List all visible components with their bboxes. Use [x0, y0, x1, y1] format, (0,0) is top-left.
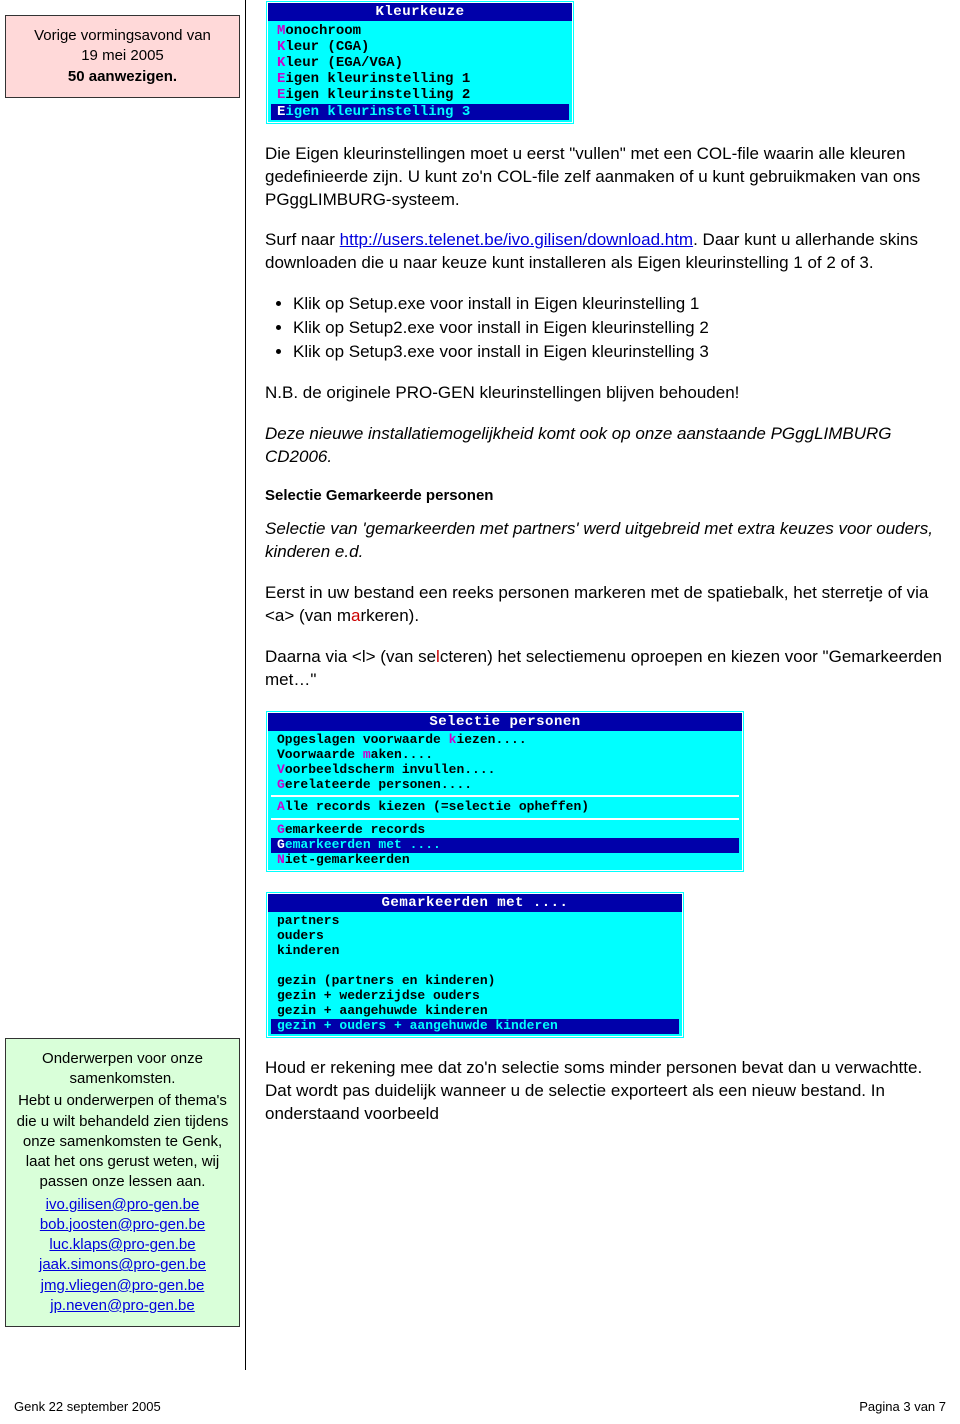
subheading: Selectie Gemarkeerde personen	[265, 487, 945, 504]
paragraph: Die Eigen kleurinstellingen moet u eerst…	[265, 143, 945, 212]
dos-menu-item[interactable]: Niet-gemarkeerden	[271, 853, 739, 868]
dos-menu-item[interactable]: Opgeslagen voorwaarde kiezen....	[271, 733, 739, 748]
email-link[interactable]: bob.joosten@pro-gen.be	[40, 1216, 205, 1233]
dos-menu-item[interactable]: Eigen kleurinstelling 3	[271, 104, 569, 120]
paragraph: Houd er rekening mee dat zo'n selectie s…	[265, 1057, 945, 1126]
hotkey: M	[277, 23, 285, 39]
paragraph: Daarna via <l> (van selcteren) het selec…	[265, 646, 945, 692]
dos-menu-item[interactable]: Voorbeeldscherm invullen....	[271, 763, 739, 778]
footer-left: Genk 22 september 2005	[14, 1399, 161, 1414]
dos-title: Gemarkeerden met ....	[268, 894, 682, 912]
hotkey: E	[277, 104, 285, 120]
text: Surf naar	[265, 230, 340, 249]
dos-menu-item[interactable]: gezin (partners en kinderen)	[271, 974, 679, 989]
email-link[interactable]: jmg.vliegen@pro-gen.be	[41, 1277, 205, 1294]
paragraph: Surf naar http://users.telenet.be/ivo.gi…	[265, 229, 945, 275]
info-box-topics: Onderwerpen voor onze samenkomsten. Hebt…	[5, 1038, 240, 1327]
dos-menu-item[interactable]: Kleur (EGA/VGA)	[271, 55, 569, 71]
text: rkeren).	[360, 606, 419, 625]
dos-menu-item[interactable]: gezin + ouders + aangehuwde kinderen	[271, 1019, 679, 1034]
hotkey: E	[277, 87, 285, 103]
page: Vorige vormingsavond van 19 mei 2005 50 …	[0, 0, 960, 1424]
dos-menu-item[interactable]: ouders	[271, 929, 679, 944]
dos-menu-item[interactable]: kinderen	[271, 944, 679, 959]
list-item: Klik op Setup3.exe voor install in Eigen…	[293, 341, 945, 364]
hotkey: V	[277, 762, 285, 777]
main-column: Kleurkeuze MonochroomKleur (CGA)Kleur (E…	[265, 0, 945, 1126]
dos-menu-item[interactable]: gezin + wederzijdse ouders	[271, 989, 679, 1004]
footer-right: Pagina 3 van 7	[859, 1399, 946, 1414]
text: Vorige vormingsavond van	[14, 26, 231, 46]
dos-menu-item[interactable]: Gerelateerde personen....	[271, 778, 739, 793]
dos-title: Selectie personen	[268, 713, 742, 731]
hotkey: N	[277, 852, 285, 867]
dos-menu-item[interactable]: partners	[271, 914, 679, 929]
dos-menu-item[interactable]: Voorwaarde maken....	[271, 748, 739, 763]
hotkey: K	[277, 39, 285, 55]
text: Hebt u onderwerpen of thema's die u wilt…	[14, 1091, 231, 1192]
sidebar: Vorige vormingsavond van 19 mei 2005 50 …	[0, 0, 245, 1332]
hotkey: G	[277, 822, 285, 837]
paragraph: Deze nieuwe installatiemogelijkheid komt…	[265, 423, 945, 469]
info-box-previous-meeting: Vorige vormingsavond van 19 mei 2005 50 …	[5, 15, 240, 98]
hotkey: G	[277, 777, 285, 792]
hotkey: G	[277, 837, 285, 852]
divider	[271, 818, 739, 820]
column-divider	[245, 0, 246, 1370]
email-link[interactable]: ivo.gilisen@pro-gen.be	[46, 1196, 200, 1213]
dos-menu-item[interactable]: Gemarkeerde records	[271, 823, 739, 838]
dos-menu-item[interactable]: Kleur (CGA)	[271, 39, 569, 55]
email-link[interactable]: jp.neven@pro-gen.be	[50, 1297, 195, 1314]
hotkey: m	[363, 747, 371, 762]
bullet-list: Klik op Setup.exe voor install in Eigen …	[293, 293, 945, 364]
text: Onderwerpen voor onze samenkomsten.	[14, 1049, 231, 1090]
dos-title: Kleurkeuze	[268, 3, 572, 21]
dos-menu-selectie-personen: Selectie personen Opgeslagen voorwaarde …	[265, 710, 745, 874]
dos-menu-kleurkeuze: Kleurkeuze MonochroomKleur (CGA)Kleur (E…	[265, 0, 575, 125]
list-item: Klik op Setup.exe voor install in Eigen …	[293, 293, 945, 316]
dos-menu-item[interactable]: Gemarkeerden met ....	[271, 838, 739, 853]
dos-menu-item[interactable]: Monochroom	[271, 23, 569, 39]
email-link[interactable]: luc.klaps@pro-gen.be	[49, 1236, 195, 1253]
dos-menu-item[interactable]: gezin + aangehuwde kinderen	[271, 1004, 679, 1019]
text: Daarna via <l> (van se	[265, 647, 436, 666]
paragraph: N.B. de originele PRO-GEN kleurinstellin…	[265, 382, 945, 405]
paragraph: Selectie van 'gemarkeerden met partners'…	[265, 518, 945, 564]
dos-menu-item	[271, 959, 679, 974]
dos-menu-gemarkeerden-met: Gemarkeerden met .... partnersouderskind…	[265, 891, 685, 1039]
hotkey: A	[277, 799, 285, 814]
hotkey: E	[277, 71, 285, 87]
hotkey: k	[449, 732, 457, 747]
dos-menu-item[interactable]: Alle records kiezen (=selectie opheffen)	[271, 800, 739, 815]
paragraph: Eerst in uw bestand een reeks personen m…	[265, 582, 945, 628]
download-link[interactable]: http://users.telenet.be/ivo.gilisen/down…	[340, 230, 693, 249]
text: 50 aanwezigen.	[14, 67, 231, 87]
dos-menu-item[interactable]: Eigen kleurinstelling 1	[271, 71, 569, 87]
divider	[271, 795, 739, 797]
email-link[interactable]: jaak.simons@pro-gen.be	[39, 1256, 206, 1273]
dos-menu-item[interactable]: Eigen kleurinstelling 2	[271, 87, 569, 103]
footer: Genk 22 september 2005 Pagina 3 van 7	[0, 1399, 960, 1414]
hotkey: K	[277, 55, 285, 71]
text: 19 mei 2005	[14, 46, 231, 66]
list-item: Klik op Setup2.exe voor install in Eigen…	[293, 317, 945, 340]
